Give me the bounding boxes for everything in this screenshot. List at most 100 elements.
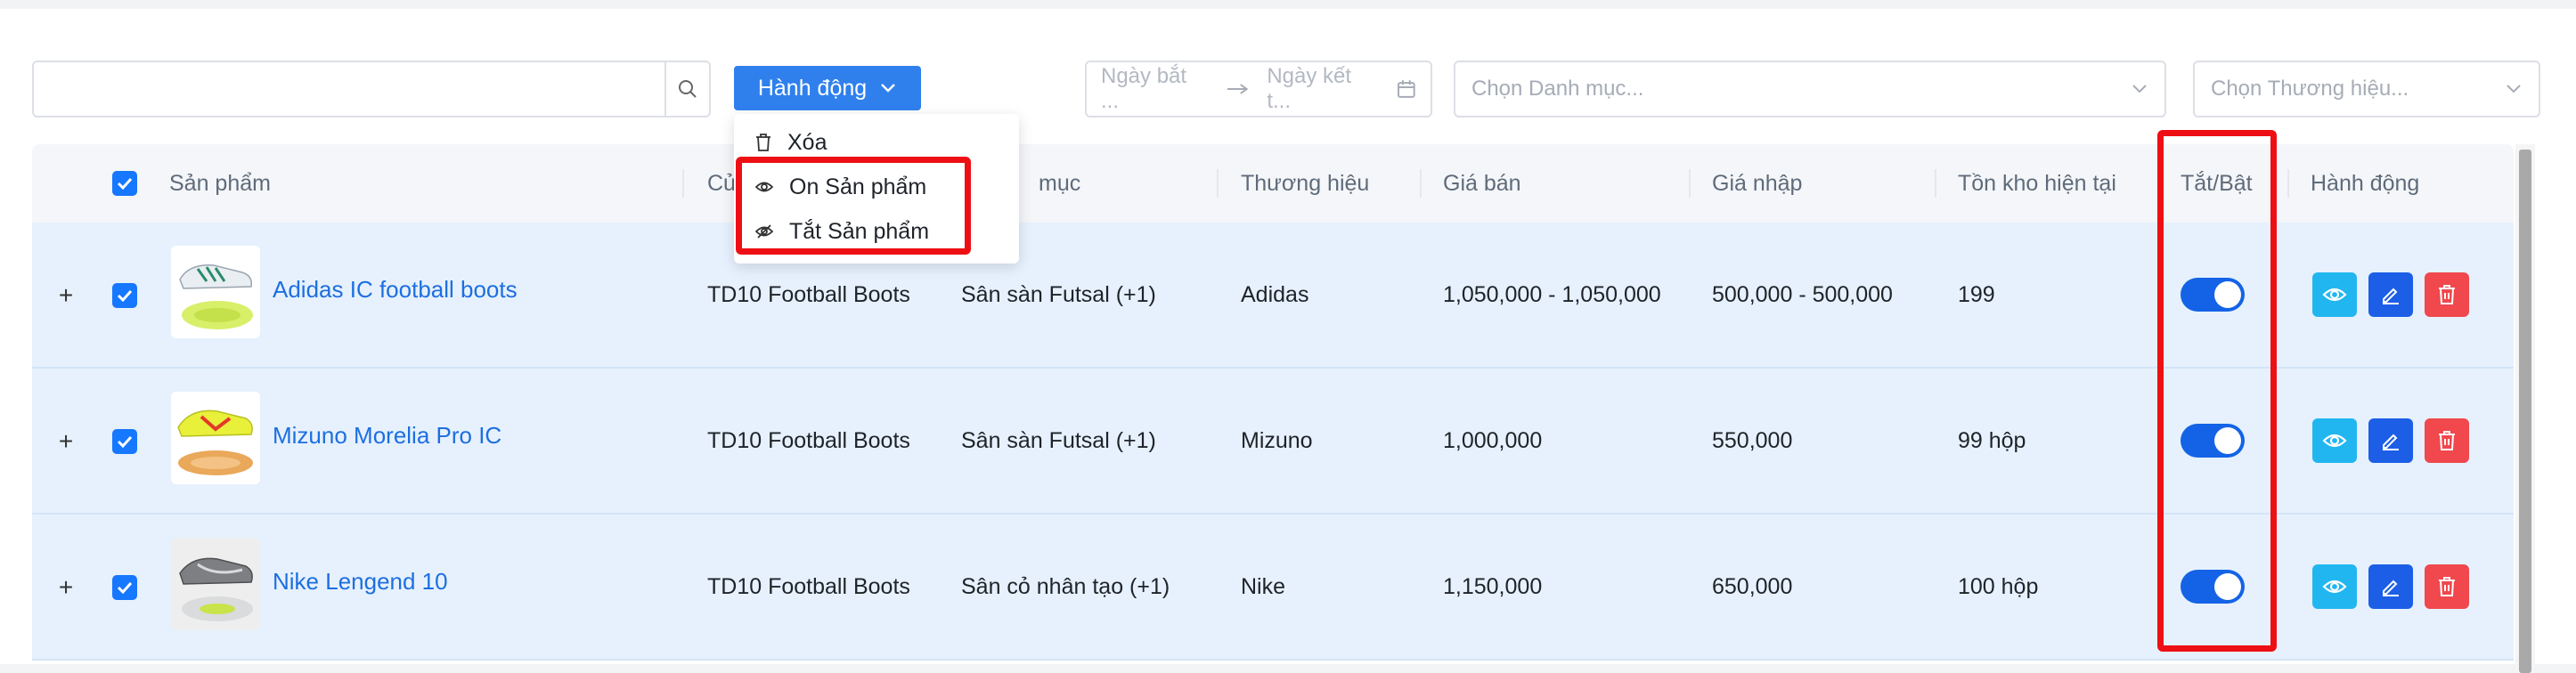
header-cost: Giá nhập <box>1712 170 1803 196</box>
price-cell: 1,050,000 - 1,050,000 <box>1443 281 1661 307</box>
stock-cell: 100 hộp <box>1958 573 2039 599</box>
price-cell: 1,150,000 <box>1443 573 1543 599</box>
expand-icon[interactable]: + <box>55 573 77 601</box>
search-box[interactable] <box>32 61 711 118</box>
search-button[interactable] <box>664 62 709 116</box>
header-brand: Thương hiệu <box>1241 170 1370 196</box>
product-name-link[interactable]: Nike Lengend 10 <box>273 509 448 653</box>
menu-item-delete[interactable]: Xóa <box>755 125 827 160</box>
edit-button[interactable] <box>2368 564 2413 609</box>
header-stock: Tồn kho hiện tại <box>1958 170 2116 196</box>
brand-cell: Adidas <box>1241 281 1309 307</box>
header-price: Giá bán <box>1443 170 1521 196</box>
shoe-image-icon <box>179 557 253 621</box>
action-label: Hành động <box>757 75 868 101</box>
table-header: Sản phẩm Cử mục Thương hiệu Giá bán Giá … <box>32 144 2514 223</box>
delete-button[interactable] <box>2425 418 2469 463</box>
edit-button[interactable] <box>2368 272 2413 317</box>
toggle-knob <box>2214 281 2241 308</box>
header-divider <box>1420 169 1422 198</box>
date-end-placeholder[interactable]: Ngày kết t... <box>1267 64 1379 114</box>
store-cell: TD10 Football Boots <box>707 427 910 453</box>
check-icon <box>117 289 133 302</box>
pencil-icon <box>2383 288 2399 304</box>
search-input[interactable] <box>43 66 657 112</box>
category-select[interactable]: Chọn Danh mục... <box>1454 61 2166 118</box>
delete-button[interactable] <box>2425 272 2469 317</box>
product-thumbnail <box>171 246 260 338</box>
product-table: Sản phẩm Cử mục Thương hiệu Giá bán Giá … <box>32 144 2514 673</box>
cost-cell: 550,000 <box>1712 427 1793 453</box>
header-divider <box>682 169 684 198</box>
action-dropdown-menu: Xóa On Sản phẩm Tắt Sản phẩm <box>734 114 1019 264</box>
row-checkbox[interactable] <box>112 283 137 308</box>
trash-icon <box>2439 431 2455 450</box>
search-icon <box>679 80 697 98</box>
menu-item-disable-product[interactable]: Tắt Sản phẩm <box>755 214 929 249</box>
stock-cell: 99 hộp <box>1958 427 2026 453</box>
view-button[interactable] <box>2312 418 2357 463</box>
category-placeholder: Chọn Danh mục... <box>1471 77 1644 101</box>
toggle-knob <box>2214 427 2241 454</box>
eye-icon <box>2322 434 2347 448</box>
action-dropdown-button[interactable]: Hành động <box>734 66 921 110</box>
cost-cell: 650,000 <box>1712 573 1793 599</box>
date-range-picker[interactable]: Ngày bắt ... Ngày kết t... <box>1085 61 1432 118</box>
select-all-checkbox[interactable] <box>112 171 137 196</box>
brand-select[interactable]: Chọn Thương hiệu... <box>2193 61 2540 118</box>
view-button[interactable] <box>2312 272 2357 317</box>
trash-icon <box>756 134 770 151</box>
brand-placeholder: Chọn Thương hiệu... <box>2211 77 2409 101</box>
eye-icon <box>2322 288 2347 302</box>
status-toggle[interactable] <box>2181 424 2245 458</box>
expand-icon[interactable]: + <box>55 427 77 455</box>
table-scrollbar[interactable] <box>2515 144 2535 673</box>
price-cell: 1,000,000 <box>1443 427 1543 453</box>
chevron-down-icon <box>881 84 896 93</box>
eye-off-icon <box>755 224 773 239</box>
check-icon <box>117 435 133 448</box>
status-toggle[interactable] <box>2181 570 2245 604</box>
header-category: mục <box>1039 170 1081 196</box>
menu-item-label: On Sản phẩm <box>789 174 927 199</box>
row-checkbox[interactable] <box>112 575 137 600</box>
header-divider <box>1689 169 1691 198</box>
trash-icon <box>2439 577 2455 596</box>
table-row[interactable]: + Mizuno Morelia Pro IC TD10 Football Bo… <box>32 369 2514 515</box>
page-card: Hành động Ngày bắt ... Ngày kết t... Chọ… <box>0 9 2576 673</box>
pencil-icon <box>2383 580 2399 596</box>
shoe-image-icon <box>179 264 253 329</box>
edit-button[interactable] <box>2368 418 2413 463</box>
brand-cell: Nike <box>1241 573 1286 599</box>
eye-icon <box>2322 580 2347 594</box>
stock-cell: 199 <box>1958 281 1995 307</box>
chevron-down-icon <box>2507 85 2521 93</box>
toggle-knob <box>2214 573 2241 600</box>
header-actions: Hành động <box>2311 170 2420 196</box>
expand-icon[interactable]: + <box>55 281 77 309</box>
product-name-link[interactable]: Mizuno Morelia Pro IC <box>273 363 501 507</box>
view-button[interactable] <box>2312 564 2357 609</box>
header-toggle: Tắt/Bật <box>2181 170 2253 196</box>
store-cell: TD10 Football Boots <box>707 573 910 599</box>
eye-icon <box>755 182 773 192</box>
product-thumbnail <box>171 538 260 630</box>
date-start-placeholder[interactable]: Ngày bắt ... <box>1101 64 1209 114</box>
check-icon <box>117 177 133 190</box>
product-name-link[interactable]: Adidas IC football boots <box>273 217 518 361</box>
header-divider <box>1217 169 1219 198</box>
header-product: Sản phẩm <box>169 170 271 196</box>
header-divider <box>2287 169 2289 198</box>
row-checkbox[interactable] <box>112 429 137 454</box>
table-row[interactable]: + Adidas IC football boots TD10 Football… <box>32 223 2514 369</box>
category-cell: Sân sàn Futsal (+1) <box>961 427 1156 453</box>
cost-cell: 500,000 - 500,000 <box>1712 281 1893 307</box>
menu-item-label: Xóa <box>787 129 827 155</box>
calendar-icon <box>1398 80 1416 98</box>
table-row[interactable]: + Nike Lengend 10 TD10 Football Boots Sâ… <box>32 515 2514 661</box>
delete-button[interactable] <box>2425 564 2469 609</box>
menu-item-label: Tắt Sản phẩm <box>789 218 930 244</box>
status-toggle[interactable] <box>2181 278 2245 312</box>
menu-item-enable-product[interactable]: On Sản phẩm <box>755 169 926 205</box>
scrollbar-thumb[interactable] <box>2519 150 2531 673</box>
